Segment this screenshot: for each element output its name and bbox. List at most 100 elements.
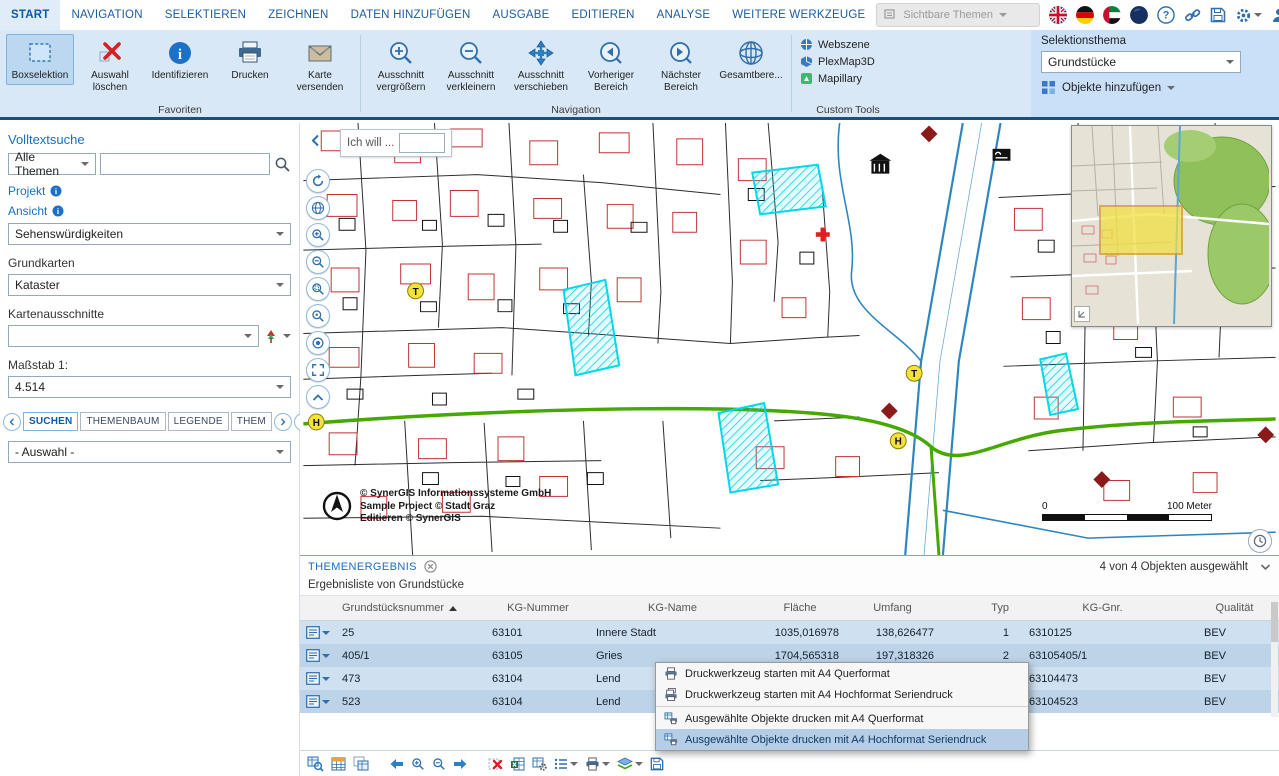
- col-flaeche[interactable]: Fläche: [755, 602, 845, 614]
- list-view-button[interactable]: [554, 754, 578, 774]
- ich-will-input[interactable]: [399, 133, 445, 153]
- chevron-down-icon[interactable]: [283, 334, 291, 338]
- drucken-button[interactable]: Drucken: [216, 34, 284, 85]
- objekte-hinzufuegen-button[interactable]: Objekte hinzufügen: [1041, 80, 1269, 95]
- projekt-row[interactable]: Projekt i: [8, 184, 291, 198]
- user-menu-button[interactable]: [1271, 7, 1279, 23]
- overview-collapse-button[interactable]: [1074, 306, 1090, 322]
- search-icon[interactable]: [274, 156, 291, 173]
- sidebar-tab-themenbaum[interactable]: THEMENBAUM: [80, 412, 165, 431]
- previous-record-button[interactable]: [389, 754, 404, 774]
- tab-selektieren[interactable]: SELEKTIEREN: [154, 0, 257, 30]
- link-icon[interactable]: [1184, 7, 1201, 24]
- row-form-icon[interactable]: [300, 626, 336, 639]
- flag-uae-icon[interactable]: [1103, 6, 1121, 24]
- col-grundstuecksnummer[interactable]: Grundstücksnummer: [336, 602, 486, 614]
- save-results-button[interactable]: [650, 754, 664, 774]
- fullscreen-button[interactable]: [306, 358, 330, 382]
- overview-globe-button[interactable]: [306, 196, 330, 220]
- webszene-button[interactable]: Webszene: [800, 38, 896, 51]
- tab-editieren[interactable]: EDITIEREN: [560, 0, 645, 30]
- alle-themen-dropdown[interactable]: Alle Themen: [8, 153, 96, 175]
- table-view-button[interactable]: [331, 754, 346, 774]
- save-icon[interactable]: [1210, 7, 1226, 23]
- table-settings-button[interactable]: [532, 754, 547, 774]
- naechster-bereich-button[interactable]: Nächster Bereich: [647, 34, 715, 96]
- tab-zeichnen[interactable]: ZEICHNEN: [257, 0, 339, 30]
- flag-uk-icon[interactable]: [1049, 6, 1067, 24]
- export-excel-button[interactable]: [510, 754, 525, 774]
- ausschnitt-vergroessern-button[interactable]: Ausschnitt vergrößern: [367, 34, 435, 96]
- settings-menu-button[interactable]: [1235, 7, 1262, 24]
- tab-weitere-werkzeuge[interactable]: WEITERE WERKZEUGE: [721, 0, 876, 30]
- kartenausschnitte-dropdown[interactable]: [8, 325, 259, 347]
- identifizieren-button[interactable]: i Identifizieren: [146, 34, 214, 85]
- tabs-scroll-right-button[interactable]: [274, 413, 292, 431]
- close-icon[interactable]: [424, 560, 437, 573]
- zoom-selection-out-button[interactable]: [432, 754, 446, 774]
- zoom-extent-button[interactable]: [306, 304, 330, 328]
- sidebar-tab-suchen[interactable]: SUCHEN: [23, 412, 78, 431]
- gesamtbereich-button[interactable]: Gesamtbere...: [717, 34, 785, 85]
- help-icon[interactable]: ?: [1157, 6, 1175, 24]
- tabs-scroll-left-button[interactable]: [3, 413, 21, 431]
- col-qualitaet[interactable]: Qualität: [1190, 602, 1279, 614]
- auswahl-dropdown[interactable]: - Auswahl -: [8, 441, 291, 463]
- refresh-button[interactable]: [306, 169, 330, 193]
- panel-collapse-button[interactable]: [1260, 563, 1271, 571]
- zoom-in-button[interactable]: [306, 223, 330, 247]
- map-layers-button[interactable]: [617, 754, 643, 774]
- plexmap3d-button[interactable]: PlexMap3D: [800, 55, 896, 68]
- volltextsuche-input[interactable]: [100, 153, 270, 175]
- dark-globe-icon[interactable]: [1130, 6, 1148, 24]
- time-slider-button[interactable]: [1248, 529, 1272, 553]
- col-kg-name[interactable]: KG-Name: [590, 602, 755, 614]
- karte-versenden-button[interactable]: Karte versenden: [286, 34, 354, 96]
- overview-map[interactable]: [1071, 125, 1272, 327]
- row-form-icon[interactable]: [300, 672, 336, 685]
- row-form-icon[interactable]: [300, 649, 336, 662]
- tab-start[interactable]: START: [0, 0, 60, 30]
- table-row[interactable]: 2563101Innere Stadt1035,016978138,626477…: [300, 621, 1279, 644]
- tab-analyse[interactable]: ANALYSE: [646, 0, 722, 30]
- ausschnitt-verkleinern-button[interactable]: Ausschnitt verkleinern: [437, 34, 505, 96]
- ausschnitt-verschieben-button[interactable]: Ausschnitt verschieben: [507, 34, 575, 96]
- grundkarten-dropdown[interactable]: Kataster: [8, 274, 291, 296]
- col-kg-nummer[interactable]: KG-Nummer: [486, 602, 590, 614]
- sidebar-tab-legende[interactable]: LEGENDE: [168, 412, 229, 431]
- menu-item-objekte-drucken-hoch-serie[interactable]: Ausgewählte Objekte drucken mit A4 Hochf…: [656, 729, 1028, 750]
- ich-will-widget[interactable]: Ich will ...: [340, 129, 452, 157]
- col-umfang[interactable]: Umfang: [845, 602, 940, 614]
- vorheriger-bereich-button[interactable]: Vorheriger Bereich: [577, 34, 645, 96]
- auswahl-loeschen-button[interactable]: Auswahl löschen: [76, 34, 144, 96]
- menu-item-druckwerkzeug-hoch-serie[interactable]: Druckwerkzeug starten mit A4 Hochformat …: [656, 684, 1028, 705]
- flag-germany-icon[interactable]: [1076, 6, 1094, 24]
- next-record-button[interactable]: [453, 754, 468, 774]
- center-position-button[interactable]: [306, 331, 330, 355]
- zoom-out-button[interactable]: [306, 250, 330, 274]
- tab-navigation[interactable]: NAVIGATION: [60, 0, 153, 30]
- mapillary-button[interactable]: Mapillary: [800, 72, 896, 85]
- sichtbare-themen-dropdown[interactable]: Sichtbare Themen: [876, 3, 1040, 27]
- ansicht-dropdown[interactable]: Sehenswürdigkeiten: [8, 223, 291, 245]
- remove-selection-button[interactable]: [488, 754, 503, 774]
- sidebar-tab-themen[interactable]: THEM: [231, 412, 272, 431]
- print-results-button[interactable]: [585, 754, 610, 774]
- selektionsthema-dropdown[interactable]: Grundstücke: [1041, 51, 1241, 73]
- massstab-dropdown[interactable]: 4.514: [8, 376, 291, 398]
- zoom-window-button[interactable]: [306, 277, 330, 301]
- row-form-icon[interactable]: [300, 695, 336, 708]
- table-copy-button[interactable]: [353, 754, 369, 774]
- tab-daten-hinzufuegen[interactable]: DATEN HINZUFÜGEN: [340, 0, 482, 30]
- map-viewport[interactable]: T T H H Ich will ...: [300, 123, 1279, 555]
- ansicht-row[interactable]: Ansicht i: [8, 204, 291, 218]
- zoom-selection-in-button[interactable]: [411, 754, 425, 774]
- themenergebnis-tab[interactable]: THEMENERGEBNIS: [308, 561, 417, 573]
- col-kg-gnr[interactable]: KG-Gnr.: [1015, 602, 1190, 614]
- boxselektion-button[interactable]: Boxselektion: [6, 34, 74, 85]
- sidebar-collapse-button[interactable]: [306, 131, 324, 149]
- collapse-up-button[interactable]: [306, 385, 330, 409]
- tab-ausgabe[interactable]: AUSGABE: [481, 0, 560, 30]
- results-scrollbar[interactable]: [1271, 602, 1278, 717]
- menu-item-druckwerkzeug-quer[interactable]: Druckwerkzeug starten mit A4 Querformat: [656, 663, 1028, 684]
